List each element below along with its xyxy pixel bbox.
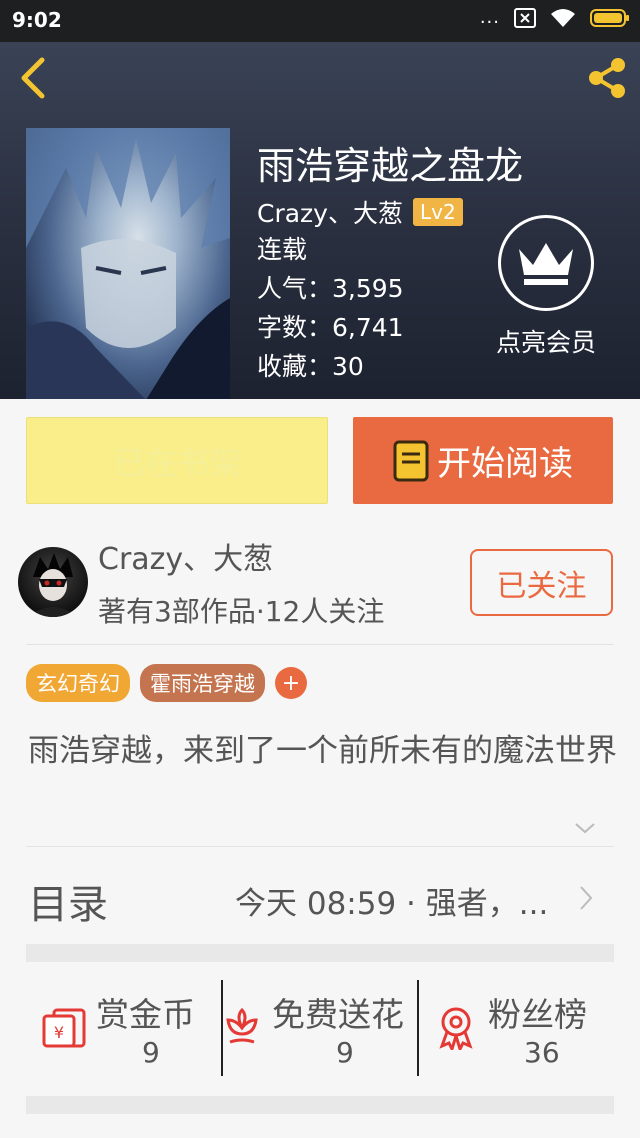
book-info: 雨浩穿越之盘龙 Crazy、大葱 Lv2 连载 人气：3,595 字数：6,74… — [257, 142, 523, 386]
reward-coins-label: 赏金币 — [96, 995, 195, 1034]
section-gap — [26, 944, 614, 962]
back-arrow-icon[interactable] — [14, 56, 54, 100]
tag-list: 玄幻奇幻 霍雨浩穿越 + — [26, 664, 307, 702]
status-icons: ... — [480, 8, 630, 28]
book-word-count: 字数：6,741 — [257, 313, 404, 342]
vip-label: 点亮会员 — [495, 328, 596, 357]
author-stats: 著有3部作品·12人关注 — [98, 595, 385, 628]
book-cover — [26, 128, 230, 399]
book-favorites: 收藏：30 — [257, 352, 364, 381]
medal-icon — [439, 1007, 473, 1050]
start-reading-label: 开始阅读 — [437, 444, 573, 484]
flower-icon — [226, 1008, 258, 1044]
fan-ranking-value: 36 — [524, 1036, 560, 1069]
send-flower-label: 免费送花 — [272, 995, 404, 1034]
book-status: 连载 — [257, 235, 308, 264]
book-icon — [393, 440, 429, 481]
sim-off-icon — [514, 8, 536, 28]
start-reading-button[interactable]: 开始阅读 — [353, 417, 613, 504]
fan-ranking-item[interactable]: 粉丝榜 36 — [418, 980, 614, 1076]
catalog-label: 目录 — [28, 882, 108, 928]
status-bar: 9:02 ... — [0, 0, 640, 42]
book-header: 雨浩穿越之盘龙 Crazy、大葱 Lv2 连载 人气：3,595 字数：6,74… — [0, 42, 640, 399]
author-avatar[interactable] — [18, 547, 88, 617]
tag-custom[interactable]: 霍雨浩穿越 — [140, 664, 265, 702]
status-time: 9:02 — [12, 8, 62, 32]
share-icon[interactable] — [584, 56, 630, 100]
book-author[interactable]: Crazy、大葱 — [257, 194, 403, 230]
book-popularity: 人气：3,595 — [257, 274, 404, 303]
book-description: 雨浩穿越，来到了一个前所未有的魔法世界 — [28, 733, 617, 769]
section-gap — [26, 1096, 614, 1114]
chevron-down-icon[interactable] — [573, 820, 597, 836]
in-bookshelf-button[interactable]: 已在书架 — [26, 417, 328, 504]
author-name[interactable]: Crazy、大葱 — [98, 534, 273, 578]
book-title: 雨浩穿越之盘龙 — [257, 144, 524, 188]
reward-coins-item[interactable]: ¥ 赏金币 9 — [26, 980, 222, 1076]
chevron-right-icon — [580, 886, 593, 910]
latest-chapter: 今天 08:59 · 强者，... — [235, 886, 549, 922]
divider — [26, 644, 614, 645]
send-flower-item[interactable]: 免费送花 9 — [222, 980, 418, 1076]
svg-text:¥: ¥ — [54, 1023, 64, 1042]
tag-genre[interactable]: 玄幻奇幻 — [26, 664, 130, 702]
level-badge: Lv2 — [412, 198, 463, 226]
following-button[interactable]: 已关注 — [470, 549, 613, 616]
reward-coins-value: 9 — [142, 1036, 160, 1069]
divider — [26, 846, 614, 847]
red-envelope-icon: ¥ — [42, 1008, 86, 1048]
crown-icon — [498, 215, 594, 311]
vip-button[interactable]: 点亮会员 — [486, 215, 606, 359]
send-flower-value: 9 — [336, 1036, 354, 1069]
book-author-line: Crazy、大葱 Lv2 — [257, 194, 523, 230]
battery-icon — [590, 9, 629, 27]
add-tag-button[interactable]: + — [275, 667, 307, 699]
wifi-icon — [551, 9, 575, 27]
more-dots-icon: ... — [479, 7, 500, 28]
fan-ranking-label: 粉丝榜 — [488, 995, 587, 1034]
